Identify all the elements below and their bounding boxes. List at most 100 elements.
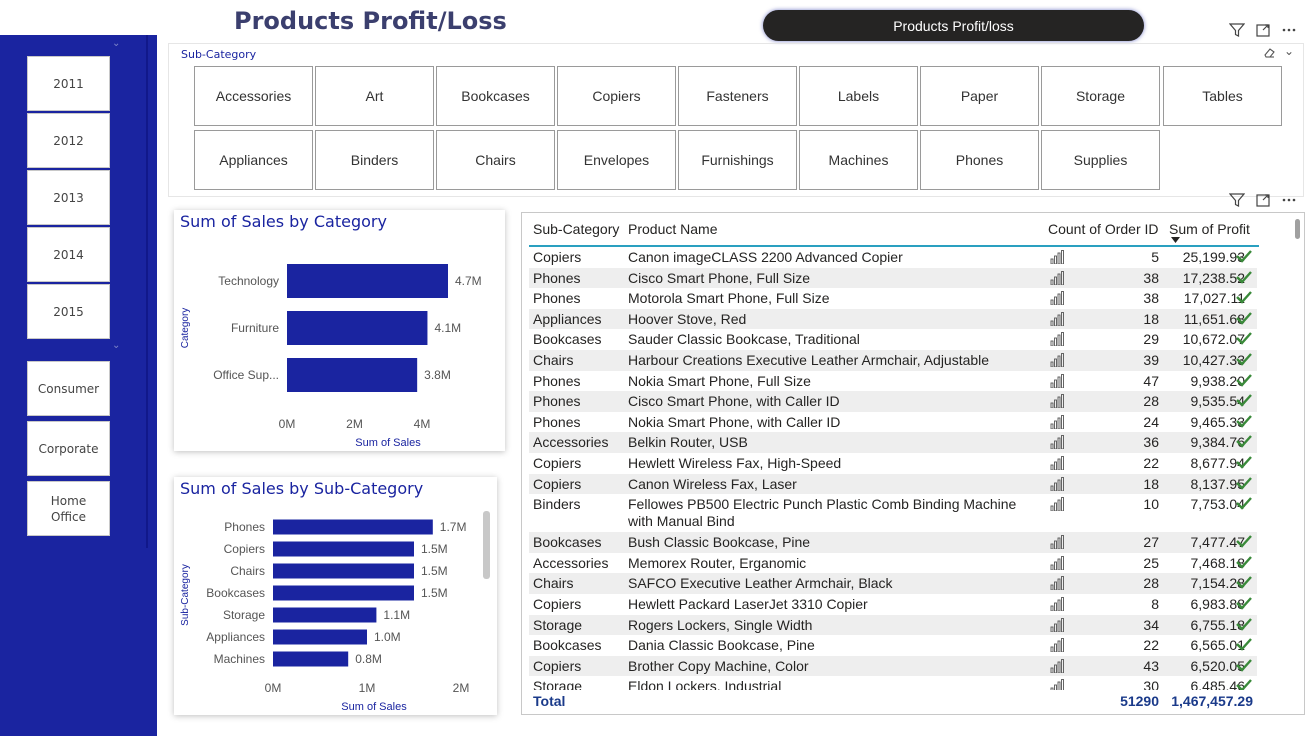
subcategory-tile[interactable]: Supplies	[1041, 130, 1160, 190]
bar-chart-icon	[1050, 455, 1064, 470]
subcategory-tile[interactable]: Labels	[799, 66, 918, 126]
subcategory-tile[interactable]: Phones	[920, 130, 1039, 190]
table-row[interactable]: Storage Eldon Lockers, Industrial 30 6,485.…	[529, 676, 1257, 690]
table-row[interactable]: Copiers Hewlett Packard LaserJet 3310 Cop…	[529, 594, 1257, 615]
column-header-subcategory[interactable]: Sub-Category	[533, 221, 619, 237]
cell-profit: 7,753.04	[1190, 496, 1246, 513]
table-row[interactable]: Phones Cisco Smart Phone, with Caller ID 2…	[529, 391, 1257, 412]
more-options-icon[interactable]	[1281, 192, 1297, 208]
sort-descending-icon[interactable]	[1171, 237, 1180, 243]
check-icon	[1236, 394, 1252, 407]
segment-button[interactable]: Home Office	[27, 481, 110, 536]
chart-scrollbar[interactable]	[483, 511, 490, 579]
table-row[interactable]: Copiers Brother Copy Machine, Color 43 6,52…	[529, 655, 1257, 677]
table-row[interactable]: Phones Motorola Smart Phone, Full Size 38 1…	[529, 288, 1257, 309]
subcategory-tile[interactable]: Fasteners	[678, 66, 797, 126]
year-button[interactable]: 2015	[27, 284, 110, 339]
table-row[interactable]: Bookcases Dania Classic Bookcase, Pine 22 6…	[529, 635, 1257, 656]
cell-product-name: Bush Classic Bookcase, Pine	[628, 534, 811, 551]
table-row[interactable]: Copiers Canon imageCLASS 2200 Advanced Co…	[529, 247, 1257, 268]
product-profit-table: Sub-Category Product Name Count of Order…	[521, 212, 1305, 715]
chevron-down-icon[interactable]: ⌄	[112, 38, 120, 49]
bar	[287, 358, 418, 392]
sales-by-subcategory-chart: Sum of Sales by Sub-Category Phones 1.7M C…	[174, 477, 497, 715]
table-row[interactable]: Accessories Memorex Router, Erganomic 25 7,…	[529, 553, 1257, 574]
check-icon	[1236, 497, 1252, 510]
chevron-down-icon[interactable]: ⌄	[112, 340, 120, 351]
table-row[interactable]: Binders Fellowes PB500 Electric Punch Pla…	[529, 494, 1257, 532]
table-row[interactable]: Storage Rogers Lockers, Single Width 34 6,7…	[529, 614, 1257, 636]
table-row[interactable]: Phones Nokia Smart Phone, Full Size 47 9,93…	[529, 371, 1257, 392]
subcategory-tile[interactable]: Copiers	[557, 66, 676, 126]
table-scrollbar[interactable]	[1294, 217, 1300, 711]
year-button[interactable]: 2011	[27, 56, 110, 111]
year-button[interactable]: 2014	[27, 227, 110, 282]
more-options-icon[interactable]	[1281, 22, 1297, 38]
table-row[interactable]: Bookcases Sauder Classic Bookcase, Tradit…	[529, 329, 1257, 350]
year-button[interactable]: 2013	[27, 170, 110, 225]
page-nav-button[interactable]: Products Profit/loss	[763, 10, 1144, 41]
column-header-sum-profit[interactable]: Sum of Profit	[1169, 221, 1250, 237]
subcategory-tile[interactable]: Binders	[315, 130, 434, 190]
bar	[273, 541, 414, 557]
subcategory-tile[interactable]: Bookcases	[436, 66, 555, 126]
table-row[interactable]: Bookcases Bush Classic Bookcase, Pine 27 7,…	[529, 532, 1257, 553]
value-label: 3.8M	[424, 368, 451, 382]
column-header-product-name[interactable]: Product Name	[628, 221, 717, 237]
table-row[interactable]: Chairs SAFCO Executive Leather Armchair, …	[529, 573, 1257, 594]
filter-icon[interactable]	[1229, 22, 1245, 38]
table-scrollbar-thumb[interactable]	[1295, 219, 1300, 239]
bar-chart-icon	[1050, 414, 1064, 429]
table-row[interactable]: Appliances Hoover Stove, Red 18 11,651.68	[529, 308, 1257, 330]
clear-selections-icon[interactable]	[1262, 46, 1276, 60]
subcategory-tile[interactable]: Appliances	[194, 130, 313, 190]
table-row[interactable]: Phones Cisco Smart Phone, Full Size 38 17,2…	[529, 267, 1257, 289]
cell-product-name: Cisco Smart Phone, with Caller ID	[628, 393, 840, 410]
subcategory-tile[interactable]: Storage	[1041, 66, 1160, 126]
category-label: Furniture	[231, 321, 279, 335]
cell-count: 47	[1143, 372, 1159, 389]
x-tick-label: 2M	[453, 681, 470, 695]
segment-button[interactable]: Corporate	[27, 421, 110, 476]
subcategory-tile[interactable]: Paper	[920, 66, 1039, 126]
table-row[interactable]: Phones Nokia Smart Phone, with Caller ID 2…	[529, 412, 1257, 433]
bar-chart-icon	[1050, 576, 1064, 591]
table-row[interactable]: Copiers Canon Wireless Fax, Laser 18 8,137.…	[529, 473, 1257, 495]
value-label: 1.0M	[374, 630, 401, 644]
column-header-count-order-id[interactable]: Count of Order ID	[1048, 221, 1159, 237]
subcategory-tile[interactable]: Furnishings	[678, 130, 797, 190]
table-row[interactable]: Copiers Hewlett Wireless Fax, High-Speed 2…	[529, 453, 1257, 474]
cell-profit: 9,535.54	[1190, 393, 1246, 410]
check-icon	[1236, 658, 1252, 672]
subcategory-tile[interactable]: Machines	[799, 130, 918, 190]
category-label: Chairs	[230, 564, 265, 578]
subcategory-tile[interactable]: Art	[315, 66, 434, 126]
cell-subcategory: Phones	[533, 413, 581, 430]
cell-subcategory: Phones	[533, 372, 581, 389]
cell-count: 28	[1143, 393, 1159, 410]
cell-profit: 25,199.93	[1182, 249, 1245, 265]
bar-chart-icon	[1050, 555, 1064, 570]
table-row[interactable]: Chairs Harbour Creations Executive Leathe…	[529, 349, 1257, 371]
check-icon	[1236, 270, 1252, 284]
subcategory-tile[interactable]: Accessories	[194, 66, 313, 126]
filter-icon[interactable]	[1229, 192, 1245, 208]
bar-chart-icon	[1050, 497, 1064, 512]
check-icon	[1236, 250, 1252, 263]
cell-product-name: Canon Wireless Fax, Laser	[628, 475, 797, 492]
cell-profit: 10,672.07	[1182, 331, 1245, 348]
x-axis-title: Sum of Sales	[355, 437, 421, 449]
subcategory-tile[interactable]: Chairs	[436, 130, 555, 190]
table-row[interactable]: Accessories Belkin Router, USB 36 9,384.76	[529, 432, 1257, 453]
year-button[interactable]: 2012	[27, 113, 110, 168]
subcategory-tile[interactable]: Envelopes	[557, 130, 676, 190]
check-icon	[1236, 476, 1252, 490]
focus-mode-icon[interactable]	[1255, 22, 1271, 38]
cell-subcategory: Accessories	[533, 554, 609, 571]
check-icon	[1236, 291, 1252, 304]
focus-mode-icon[interactable]	[1255, 192, 1271, 208]
segment-button[interactable]: Consumer	[27, 361, 110, 416]
cell-count: 22	[1143, 454, 1159, 471]
subcategory-tile[interactable]: Tables	[1163, 66, 1282, 126]
chevron-down-icon[interactable]: ⌄	[1284, 44, 1294, 58]
